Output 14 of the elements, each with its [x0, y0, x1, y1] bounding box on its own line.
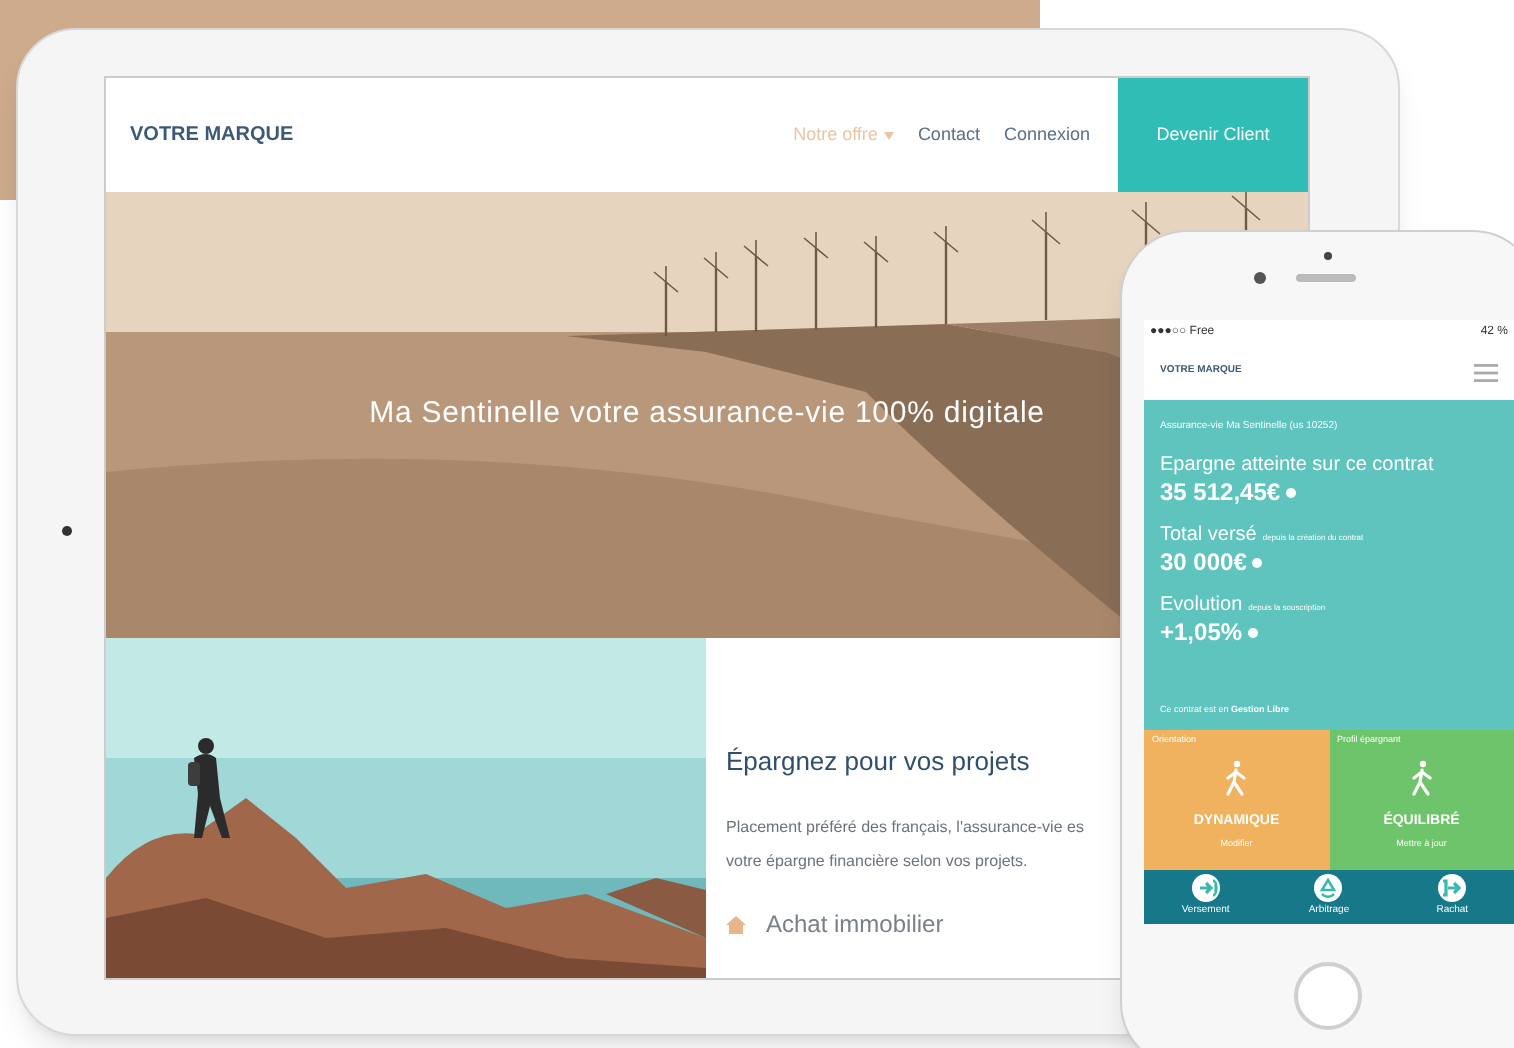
- body-text: votre épargne financière selon vos projets.: [726, 852, 1028, 870]
- walker-icon: [1409, 759, 1434, 796]
- list-item-text: Achat immobilier: [766, 908, 944, 942]
- menu-icon[interactable]: [1474, 363, 1498, 381]
- section-title: Épargnez pour vos projets: [726, 746, 1030, 776]
- sign-in-icon: [1191, 874, 1220, 902]
- house-icon: [726, 915, 746, 933]
- nav-link[interactable]: Contact: [917, 121, 980, 149]
- nav-link[interactable]: Connexion: [1003, 121, 1090, 149]
- sign-out-icon: [1438, 874, 1467, 902]
- brand-logo[interactable]: VOTRE MARQUE: [130, 120, 294, 150]
- speaker-slot: [1296, 274, 1356, 282]
- walker-icon: [1224, 759, 1249, 796]
- body-text: Placement préféré des français, l'assurance-vie es: [726, 818, 1084, 836]
